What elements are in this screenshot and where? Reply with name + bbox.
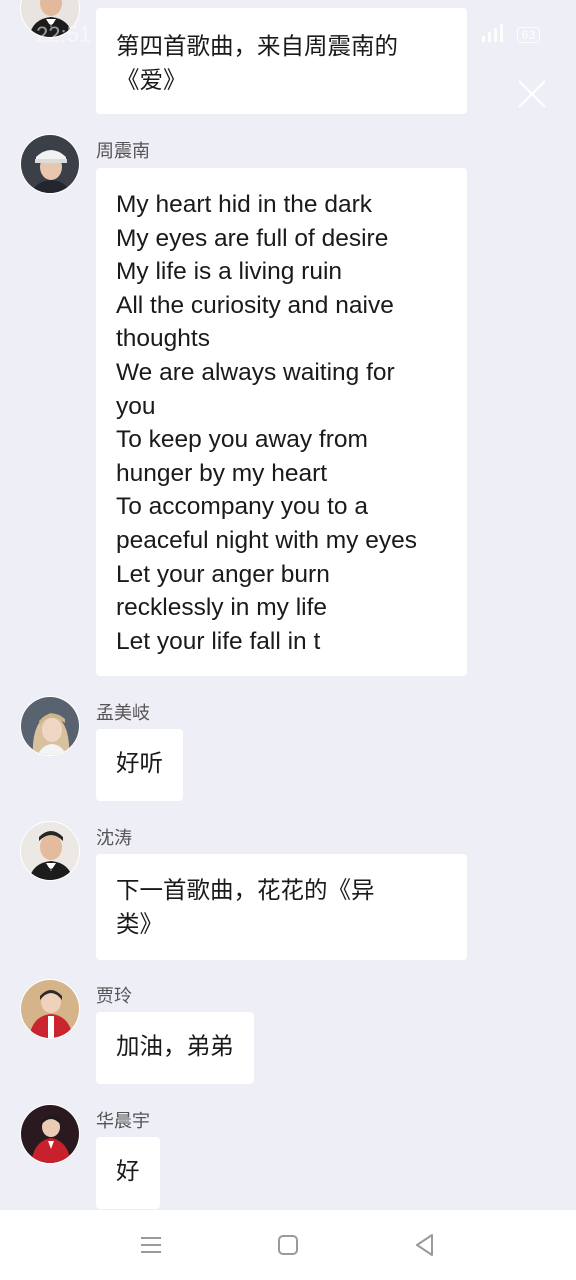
navigation-bar bbox=[0, 1210, 576, 1280]
sender-name: 沈涛 bbox=[96, 828, 132, 849]
message-bubble: 加油，弟弟 bbox=[96, 1012, 254, 1084]
menu-icon bbox=[141, 1237, 161, 1253]
sender-name: 贾玲 bbox=[96, 986, 132, 1007]
sender-name: 孟美岐 bbox=[96, 703, 150, 724]
chat-message-list[interactable]: 第四首歌曲，来自周震南的 《爱》 周震南 My heart hid in the… bbox=[0, 0, 576, 1210]
home-button[interactable] bbox=[275, 1232, 301, 1258]
close-button[interactable] bbox=[516, 78, 548, 110]
close-icon bbox=[518, 80, 546, 108]
man-red-suit-avatar-icon[interactable] bbox=[20, 1104, 80, 1164]
message-bubble: 第四首歌曲，来自周震南的 《爱》 bbox=[96, 8, 467, 114]
message-bubble: 好 bbox=[96, 1137, 160, 1209]
man-in-tuxedo-avatar-icon[interactable] bbox=[20, 0, 80, 38]
message-bubble: My heart hid in the dark My eyes are ful… bbox=[96, 168, 467, 676]
sender-name: 周震南 bbox=[96, 141, 150, 162]
back-button[interactable] bbox=[412, 1232, 438, 1258]
woman-blonde-hair-avatar-icon[interactable] bbox=[20, 696, 80, 756]
menu-button[interactable] bbox=[138, 1232, 164, 1258]
back-icon bbox=[416, 1234, 433, 1256]
woman-red-jacket-avatar-icon[interactable] bbox=[20, 979, 80, 1039]
man-in-tuxedo-avatar-icon[interactable] bbox=[20, 821, 80, 881]
message-bubble: 下一首歌曲，花花的《异 类》 bbox=[96, 854, 467, 960]
young-man-in-cap-avatar-icon[interactable] bbox=[20, 134, 80, 194]
sender-name: 华晨宇 bbox=[96, 1111, 150, 1132]
message-bubble: 好听 bbox=[96, 729, 183, 801]
home-icon bbox=[278, 1235, 298, 1255]
